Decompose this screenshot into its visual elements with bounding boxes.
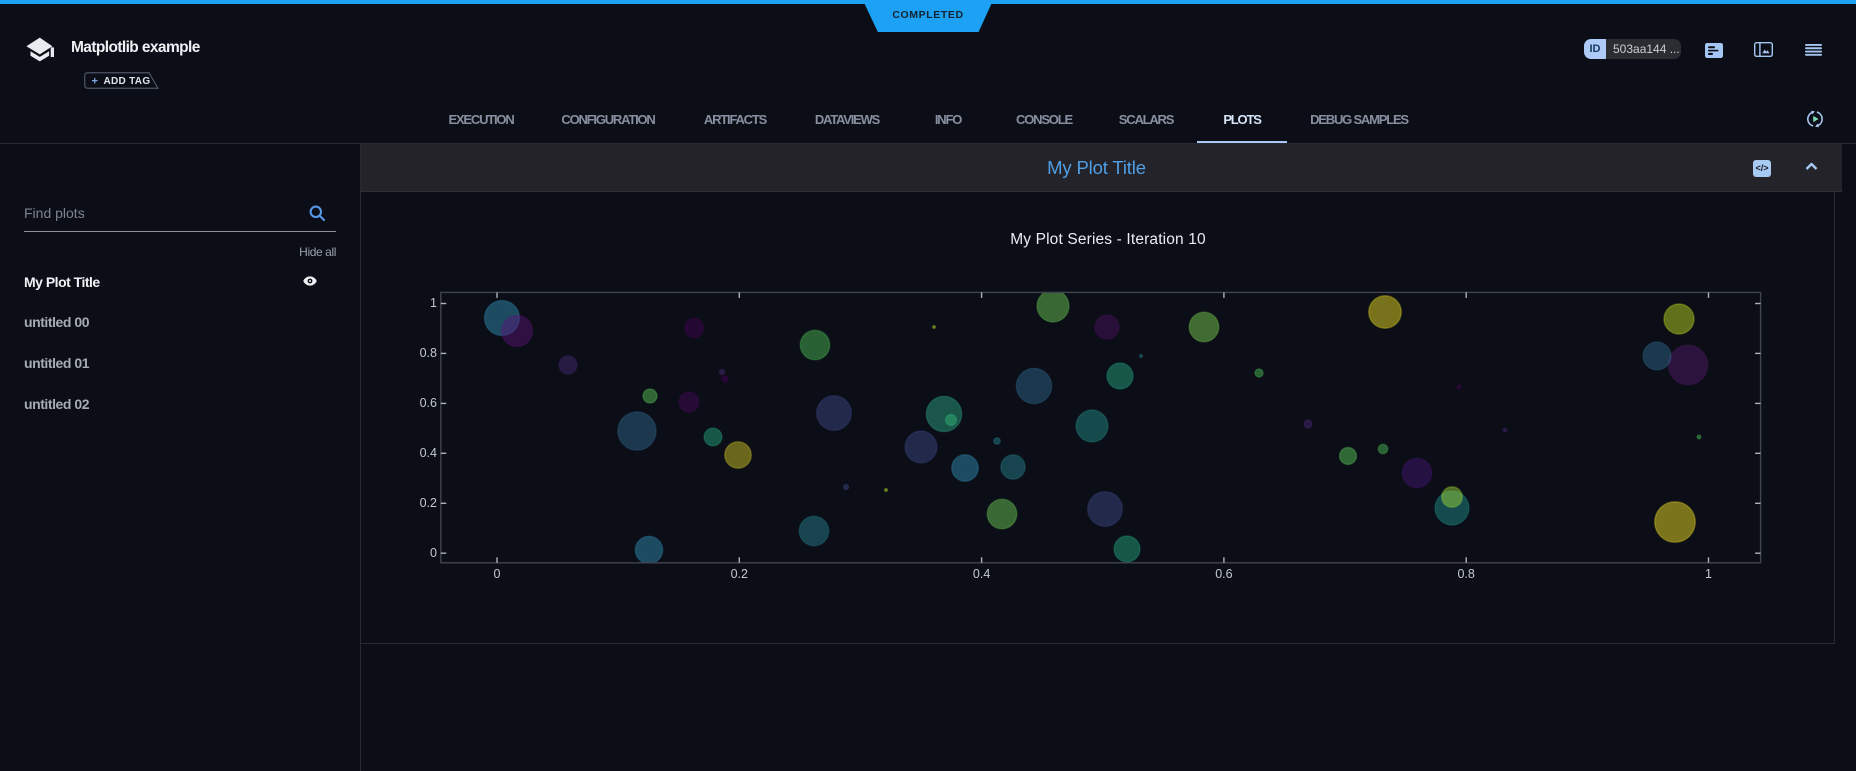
svg-text:+: + bbox=[92, 75, 98, 87]
svg-text:ADD TAG: ADD TAG bbox=[104, 76, 151, 87]
